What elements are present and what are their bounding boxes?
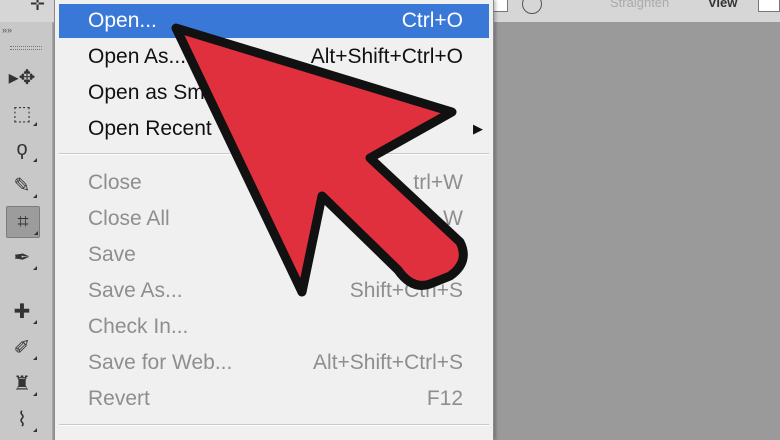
menu-item-save-for-web[interactable]: Save for Web... Alt+Shift+Ctrl+S (59, 346, 489, 380)
straighten-label[interactable]: Straighten (610, 0, 669, 10)
menu-item-close[interactable]: Close trl+W (59, 166, 489, 200)
eyedropper-tool-icon[interactable]: ✒ (6, 242, 38, 272)
quick-selection-tool-icon[interactable]: ✎ (6, 170, 38, 200)
view-label[interactable]: View (708, 0, 737, 10)
menu-item-close-all[interactable]: Close All W (59, 202, 489, 236)
move-tool-icon[interactable]: ▸✥ (6, 62, 38, 92)
menu-item-shortcut: Shift+Ctrl+S (349, 279, 463, 302)
collapse-panel-icon[interactable]: »» (2, 25, 12, 35)
crop-tool-icon[interactable]: ⌗ (6, 206, 40, 238)
menu-separator (59, 424, 489, 426)
menu-item-shortcut: trl+W (413, 171, 463, 194)
file-menu: Open... Ctrl+O Open As... Alt+Shift+Ctrl… (54, 0, 494, 440)
menu-item-shortcut: F12 (426, 387, 463, 410)
menu-item-shortcut: Alt+Shift+Ctrl+O (310, 45, 463, 68)
menu-item-label: Open Recent (88, 117, 212, 140)
menu-item-open-recent[interactable]: Open Recent ▶ (59, 112, 489, 146)
panel-grip[interactable] (10, 46, 42, 50)
menu-item-label: Revert (88, 387, 150, 410)
menu-item-open-as-smart-object[interactable]: Open as Sm (59, 76, 489, 110)
menu-item-label: Save As... (88, 279, 183, 302)
menu-separator (59, 153, 489, 155)
menu-item-shortcut: W (443, 207, 463, 230)
brush-tool-icon[interactable]: ✐ (6, 332, 38, 362)
lasso-option-icon[interactable] (522, 0, 542, 14)
menu-item-open-as[interactable]: Open As... Alt+Shift+Ctrl+O (59, 40, 489, 74)
menu-item-label: Close (88, 171, 142, 194)
healing-brush-tool-icon[interactable]: ✚ (6, 296, 38, 326)
menu-item-shortcut: Alt+Shift+Ctrl+S (313, 351, 463, 374)
menu-item-check-in[interactable]: Check In... (59, 310, 489, 344)
tool-preset-icon[interactable]: ✛ (30, 0, 46, 14)
menu-item-save[interactable]: Save (59, 238, 489, 272)
marquee-tool-icon[interactable]: ⬚ (6, 98, 38, 128)
menu-item-save-as[interactable]: Save As... Shift+Ctrl+S (59, 274, 489, 308)
menu-item-label: Open As... (88, 45, 187, 68)
menu-item-label: Save (88, 243, 136, 266)
menu-item-label: Open as Sm (88, 81, 205, 104)
menu-item-open[interactable]: Open... Ctrl+O (59, 4, 489, 38)
history-brush-tool-icon[interactable]: ⌇ (6, 404, 38, 434)
view-dropdown[interactable] (758, 0, 780, 12)
menu-item-label: Check In... (88, 315, 189, 338)
clone-stamp-tool-icon[interactable]: ♜ (6, 368, 38, 398)
menu-item-shortcut: Ctrl+O (401, 9, 463, 32)
submenu-arrow-icon: ▶ (473, 121, 483, 136)
tools-panel: »» ▸✥ ⬚ ϙ ✎ ⌗ ✒ ✚ ✐ ♜ ⌇ (0, 22, 53, 440)
menu-item-label: Close All (88, 207, 170, 230)
document-canvas-area[interactable] (494, 22, 780, 440)
lasso-tool-icon[interactable]: ϙ (6, 134, 38, 164)
menu-item-revert[interactable]: Revert F12 (59, 382, 489, 416)
menu-item-label: Open... (88, 9, 157, 32)
menu-item-label: Save for Web... (88, 351, 233, 374)
